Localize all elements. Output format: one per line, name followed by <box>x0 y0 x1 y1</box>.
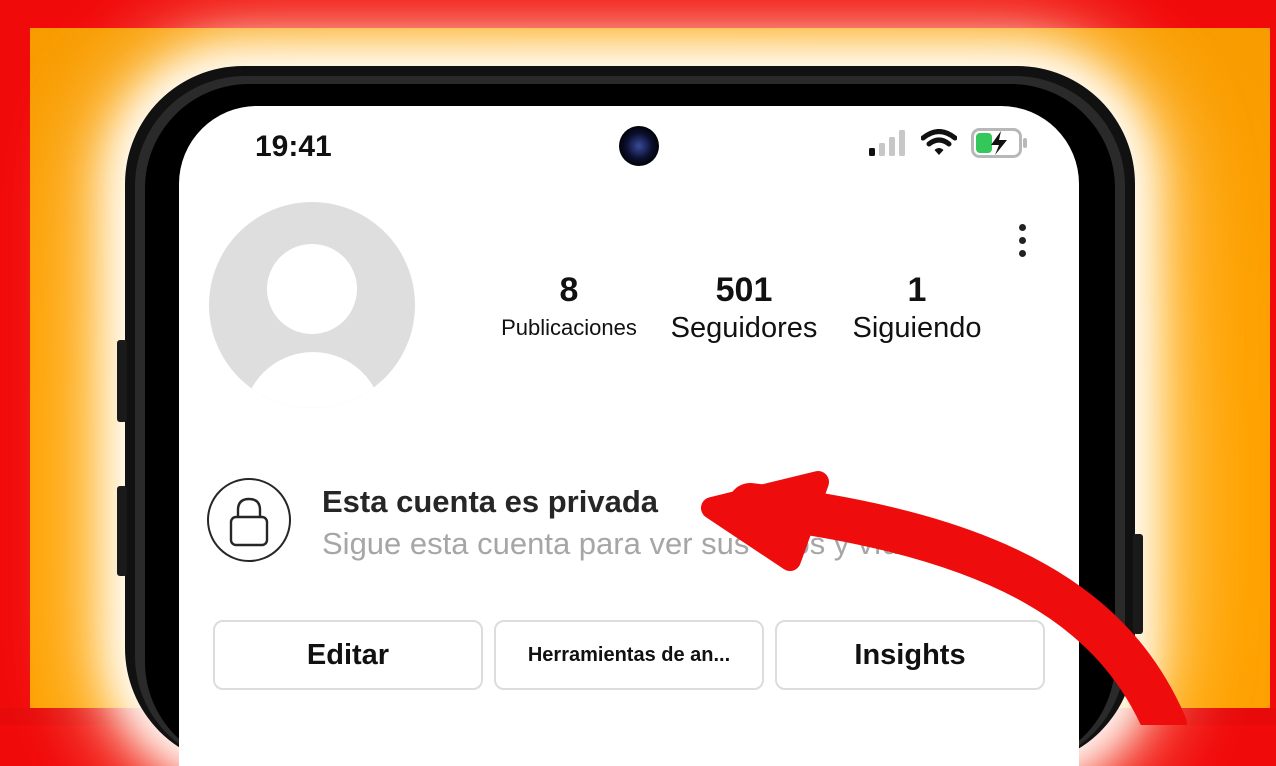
red-arrow-annotation <box>701 471 1187 725</box>
